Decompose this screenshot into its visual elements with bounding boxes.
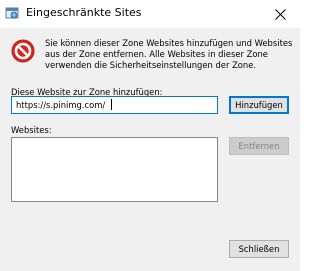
- close-icon: [274, 8, 286, 20]
- websites-label: Websites:: [11, 125, 52, 135]
- websites-list[interactable]: [11, 137, 218, 202]
- website-url-input[interactable]: [11, 96, 218, 114]
- remove-button[interactable]: Entfernen: [229, 137, 289, 155]
- add-button[interactable]: Hinzufügen: [229, 96, 289, 114]
- internet-options-icon: [5, 7, 19, 19]
- info-text: Sie können dieser Zone Websites hinzufüg…: [45, 38, 293, 70]
- restricted-sites-dialog: Eingeschränkte Sites Sie können dieser Z…: [0, 0, 300, 271]
- close-button[interactable]: Schließen: [229, 240, 289, 258]
- text-caret: [111, 99, 112, 110]
- window-title: Eingeschränkte Sites: [26, 6, 142, 19]
- title-bar: Eingeschränkte Sites: [0, 0, 300, 28]
- window-close-button[interactable]: [260, 0, 300, 28]
- prohibited-icon: [11, 39, 35, 63]
